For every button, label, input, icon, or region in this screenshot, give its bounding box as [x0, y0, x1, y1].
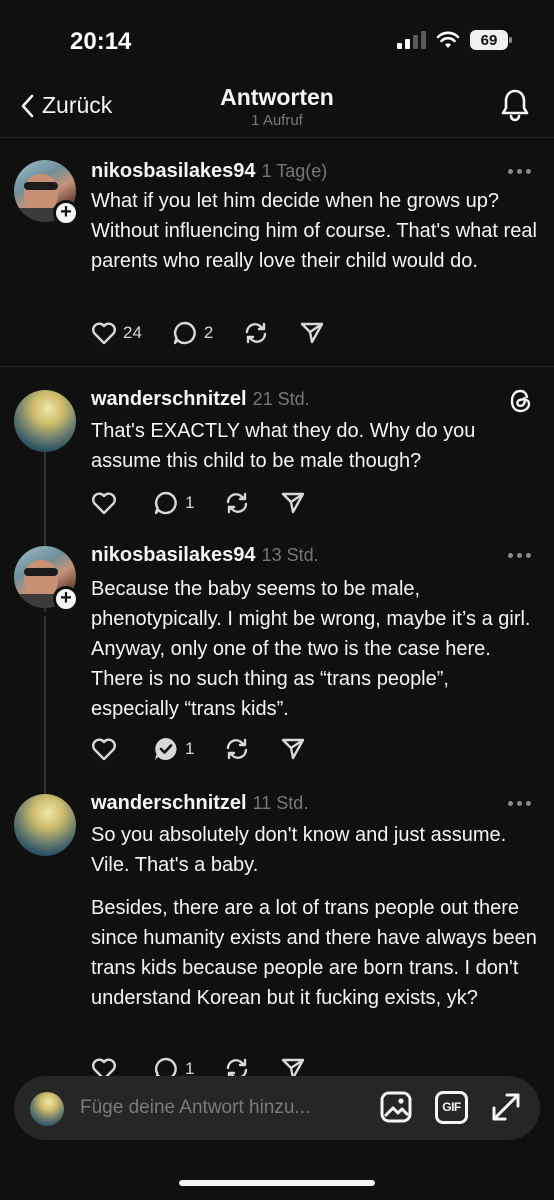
post-actions: 1: [91, 490, 336, 516]
post-paragraph: Because the baby seems to be male, pheno…: [91, 578, 531, 720]
post-paragraph: So you absolutely don't know and just as…: [91, 824, 507, 876]
image-icon[interactable]: [379, 1090, 413, 1124]
post-text: So you absolutely don't know and just as…: [91, 820, 541, 1013]
status-indicators: 69: [397, 30, 512, 50]
threads-logo-icon[interactable]: [508, 388, 534, 414]
post-time: 11 Std.: [252, 793, 309, 813]
repost-icon: [227, 738, 248, 760]
avatar[interactable]: [14, 390, 76, 452]
like-button[interactable]: [91, 737, 123, 761]
post-header: wanderschnitzel 21 Std.: [91, 388, 310, 411]
username[interactable]: wanderschnitzel: [91, 792, 247, 815]
bell-icon[interactable]: [500, 88, 530, 122]
heart-icon: [92, 492, 116, 515]
reply-input-placeholder[interactable]: Füge deine Antwort hinzu...: [80, 1097, 310, 1119]
send-icon: [301, 322, 324, 344]
share-button[interactable]: [280, 490, 306, 516]
post-time: 21 Std.: [252, 389, 310, 409]
page-title: Antworten: [220, 84, 334, 110]
more-options-icon[interactable]: [508, 166, 532, 176]
username[interactable]: nikosbasilakes94: [91, 544, 256, 567]
username[interactable]: wanderschnitzel: [91, 388, 247, 411]
send-icon: [282, 738, 305, 760]
like-button[interactable]: [91, 491, 123, 515]
gif-button[interactable]: GIF: [435, 1090, 468, 1124]
like-button[interactable]: 24: [91, 321, 142, 345]
post-header: wanderschnitzel 11 Std.: [91, 792, 308, 815]
post-actions: 24 2: [91, 320, 355, 346]
post-actions: 1: [91, 736, 336, 762]
reply-count: 2: [203, 323, 214, 342]
follow-plus-icon[interactable]: +: [53, 200, 79, 226]
status-time: 20:14: [70, 28, 132, 55]
reply-compose-bar[interactable]: Füge deine Antwort hinzu... GIF: [14, 1076, 540, 1140]
post-header: nikosbasilakes94 13 Std.: [91, 544, 319, 567]
send-icon: [282, 492, 305, 514]
own-avatar: [30, 1092, 64, 1126]
more-options-icon[interactable]: [508, 550, 532, 560]
post-time: 13 Std.: [261, 545, 319, 565]
post-header: nikosbasilakes94 1 Tag(e): [91, 160, 327, 183]
home-indicator[interactable]: [179, 1180, 375, 1186]
post-text: What if you let him decide when he grows…: [91, 186, 541, 276]
reply-button[interactable]: 2: [172, 320, 213, 346]
wifi-icon: [436, 31, 460, 48]
nav-bar: Zurück Antworten 1 Aufruf: [0, 80, 554, 138]
post-paragraph: What if you let him decide when he grows…: [91, 190, 537, 272]
screen: 20:14 69 Zurück Antworten 1 Aufruf + nik…: [0, 0, 554, 1200]
divider: [0, 366, 554, 367]
repost-button[interactable]: [243, 320, 269, 346]
avatar[interactable]: [14, 794, 76, 856]
reply-button[interactable]: 1: [153, 736, 194, 762]
page-subtitle: 1 Aufruf: [251, 112, 303, 129]
reply-button[interactable]: 1: [153, 490, 194, 516]
post-text: Because the baby seems to be male, pheno…: [91, 574, 541, 724]
battery-icon: 69: [470, 30, 512, 50]
follow-plus-icon[interactable]: +: [53, 586, 79, 612]
cellular-signal-icon: [397, 31, 426, 49]
gif-label: GIF: [442, 1100, 461, 1114]
like-count: 24: [123, 323, 142, 342]
share-button[interactable]: [299, 320, 325, 346]
expand-icon[interactable]: [490, 1091, 522, 1123]
repost-button[interactable]: [224, 490, 250, 516]
comment-icon: [154, 491, 177, 515]
share-button[interactable]: [280, 736, 306, 762]
comment-icon: [173, 321, 196, 345]
username[interactable]: nikosbasilakes94: [91, 160, 256, 183]
repost-button[interactable]: [224, 736, 250, 762]
repost-icon: [227, 492, 248, 514]
status-bar: 20:14 69: [0, 0, 554, 80]
heart-icon: [92, 322, 116, 345]
repost-icon: [246, 322, 267, 344]
reply-count: 1: [185, 493, 195, 512]
post-paragraph: That's EXACTLY what they do. Why do you …: [91, 420, 476, 472]
replied-check-icon: [155, 738, 177, 760]
post-time: 1 Tag(e): [261, 161, 328, 181]
heart-icon: [92, 738, 116, 761]
post-paragraph: Besides, there are a lot of trans people…: [91, 897, 537, 1009]
battery-level: 69: [480, 31, 498, 49]
post-text: That's EXACTLY what they do. Why do you …: [91, 416, 541, 476]
compose-tools: GIF: [379, 1090, 522, 1124]
reply-count: 1: [185, 739, 195, 758]
more-options-icon[interactable]: [508, 798, 532, 808]
